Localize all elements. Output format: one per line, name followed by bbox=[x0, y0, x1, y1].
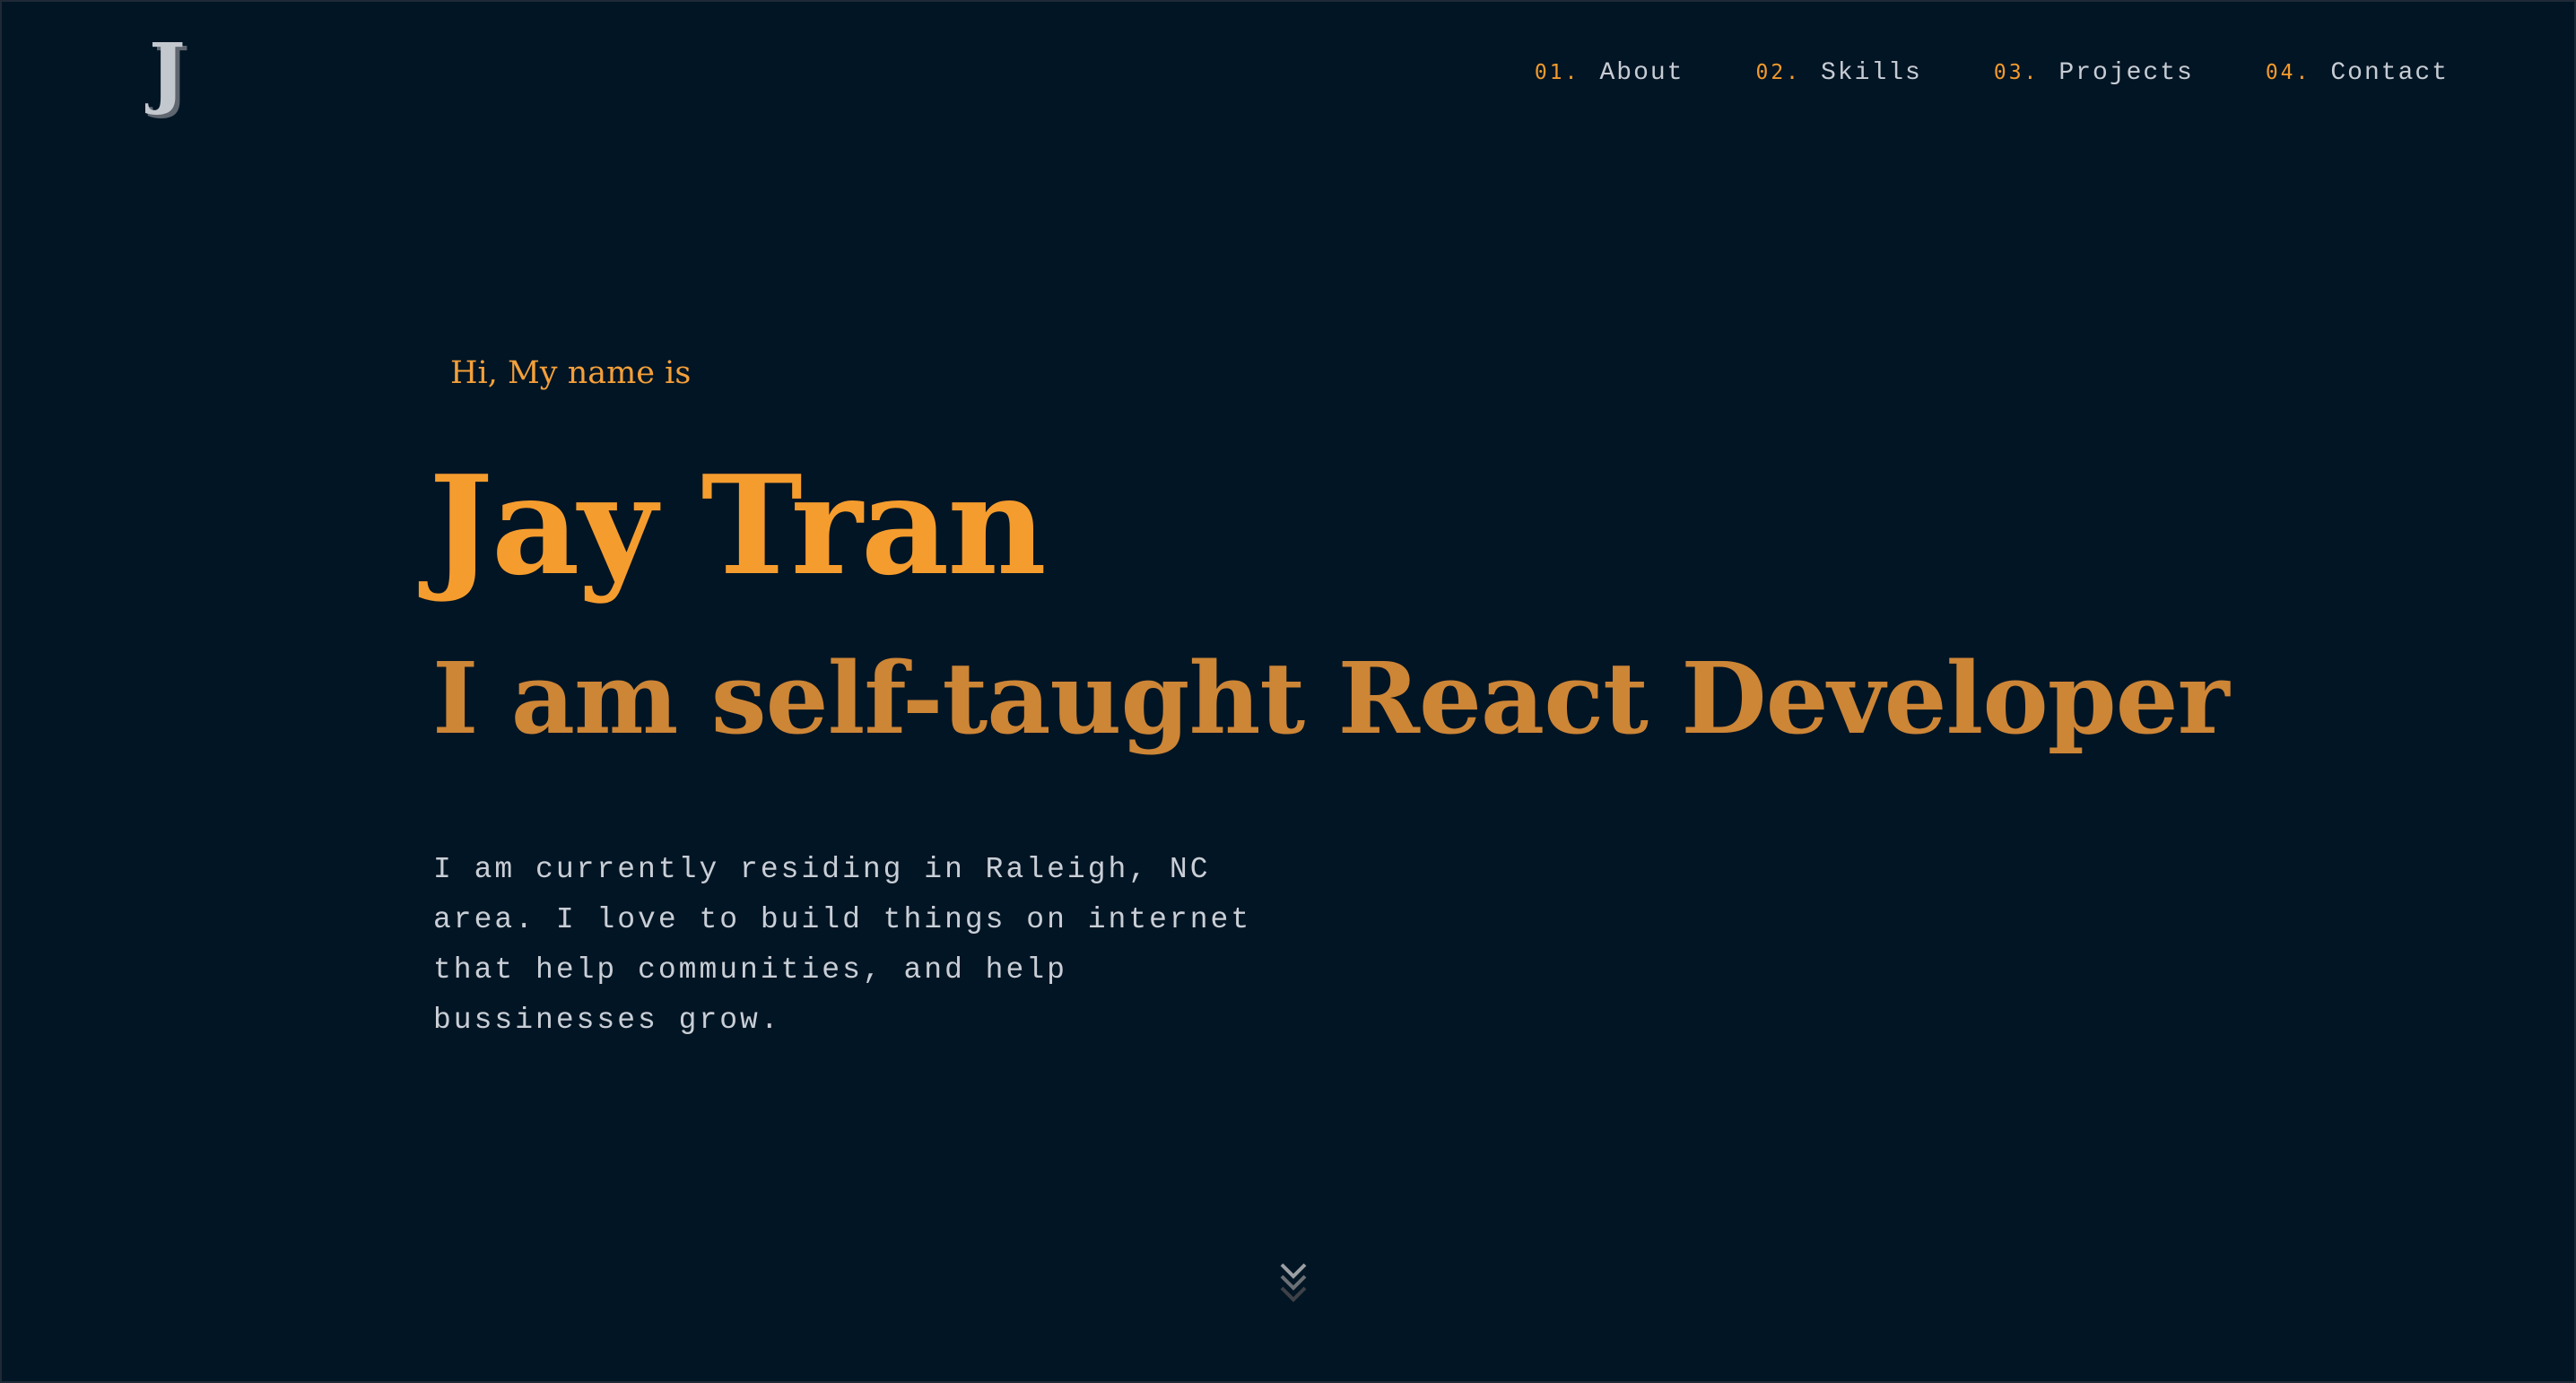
nav-item-about[interactable]: 01. About bbox=[1535, 59, 1684, 87]
hero-bio: I am currently residing in Raleigh, NC a… bbox=[433, 853, 1252, 1037]
hero-greeting: Hi, My name is bbox=[450, 355, 692, 391]
nav-number: 03. bbox=[1993, 61, 2040, 84]
main-nav: 01. About 02. Skills 03. Projects 04. Co… bbox=[1535, 59, 2449, 87]
nav-number: 01. bbox=[1534, 61, 1580, 84]
logo-letter: J bbox=[145, 32, 186, 117]
double-chevron-down-icon[interactable] bbox=[1276, 1261, 1310, 1304]
nav-number: 02. bbox=[1755, 61, 1802, 84]
nav-label: About bbox=[1599, 59, 1684, 87]
hero-name: Jay Tran bbox=[429, 445, 1047, 605]
hero-role: I am self-taught React Developer bbox=[432, 640, 2230, 756]
nav-item-contact[interactable]: 04. Contact bbox=[2266, 59, 2449, 87]
nav-label: Skills bbox=[1821, 59, 1922, 87]
nav-label: Projects bbox=[2058, 59, 2194, 87]
nav-number: 04. bbox=[2265, 61, 2311, 84]
nav-item-projects[interactable]: 03. Projects bbox=[1994, 59, 2194, 87]
nav-item-skills[interactable]: 02. Skills bbox=[1755, 59, 1921, 87]
logo-j-icon[interactable]: J J bbox=[145, 32, 208, 118]
nav-label: Contact bbox=[2330, 59, 2449, 87]
